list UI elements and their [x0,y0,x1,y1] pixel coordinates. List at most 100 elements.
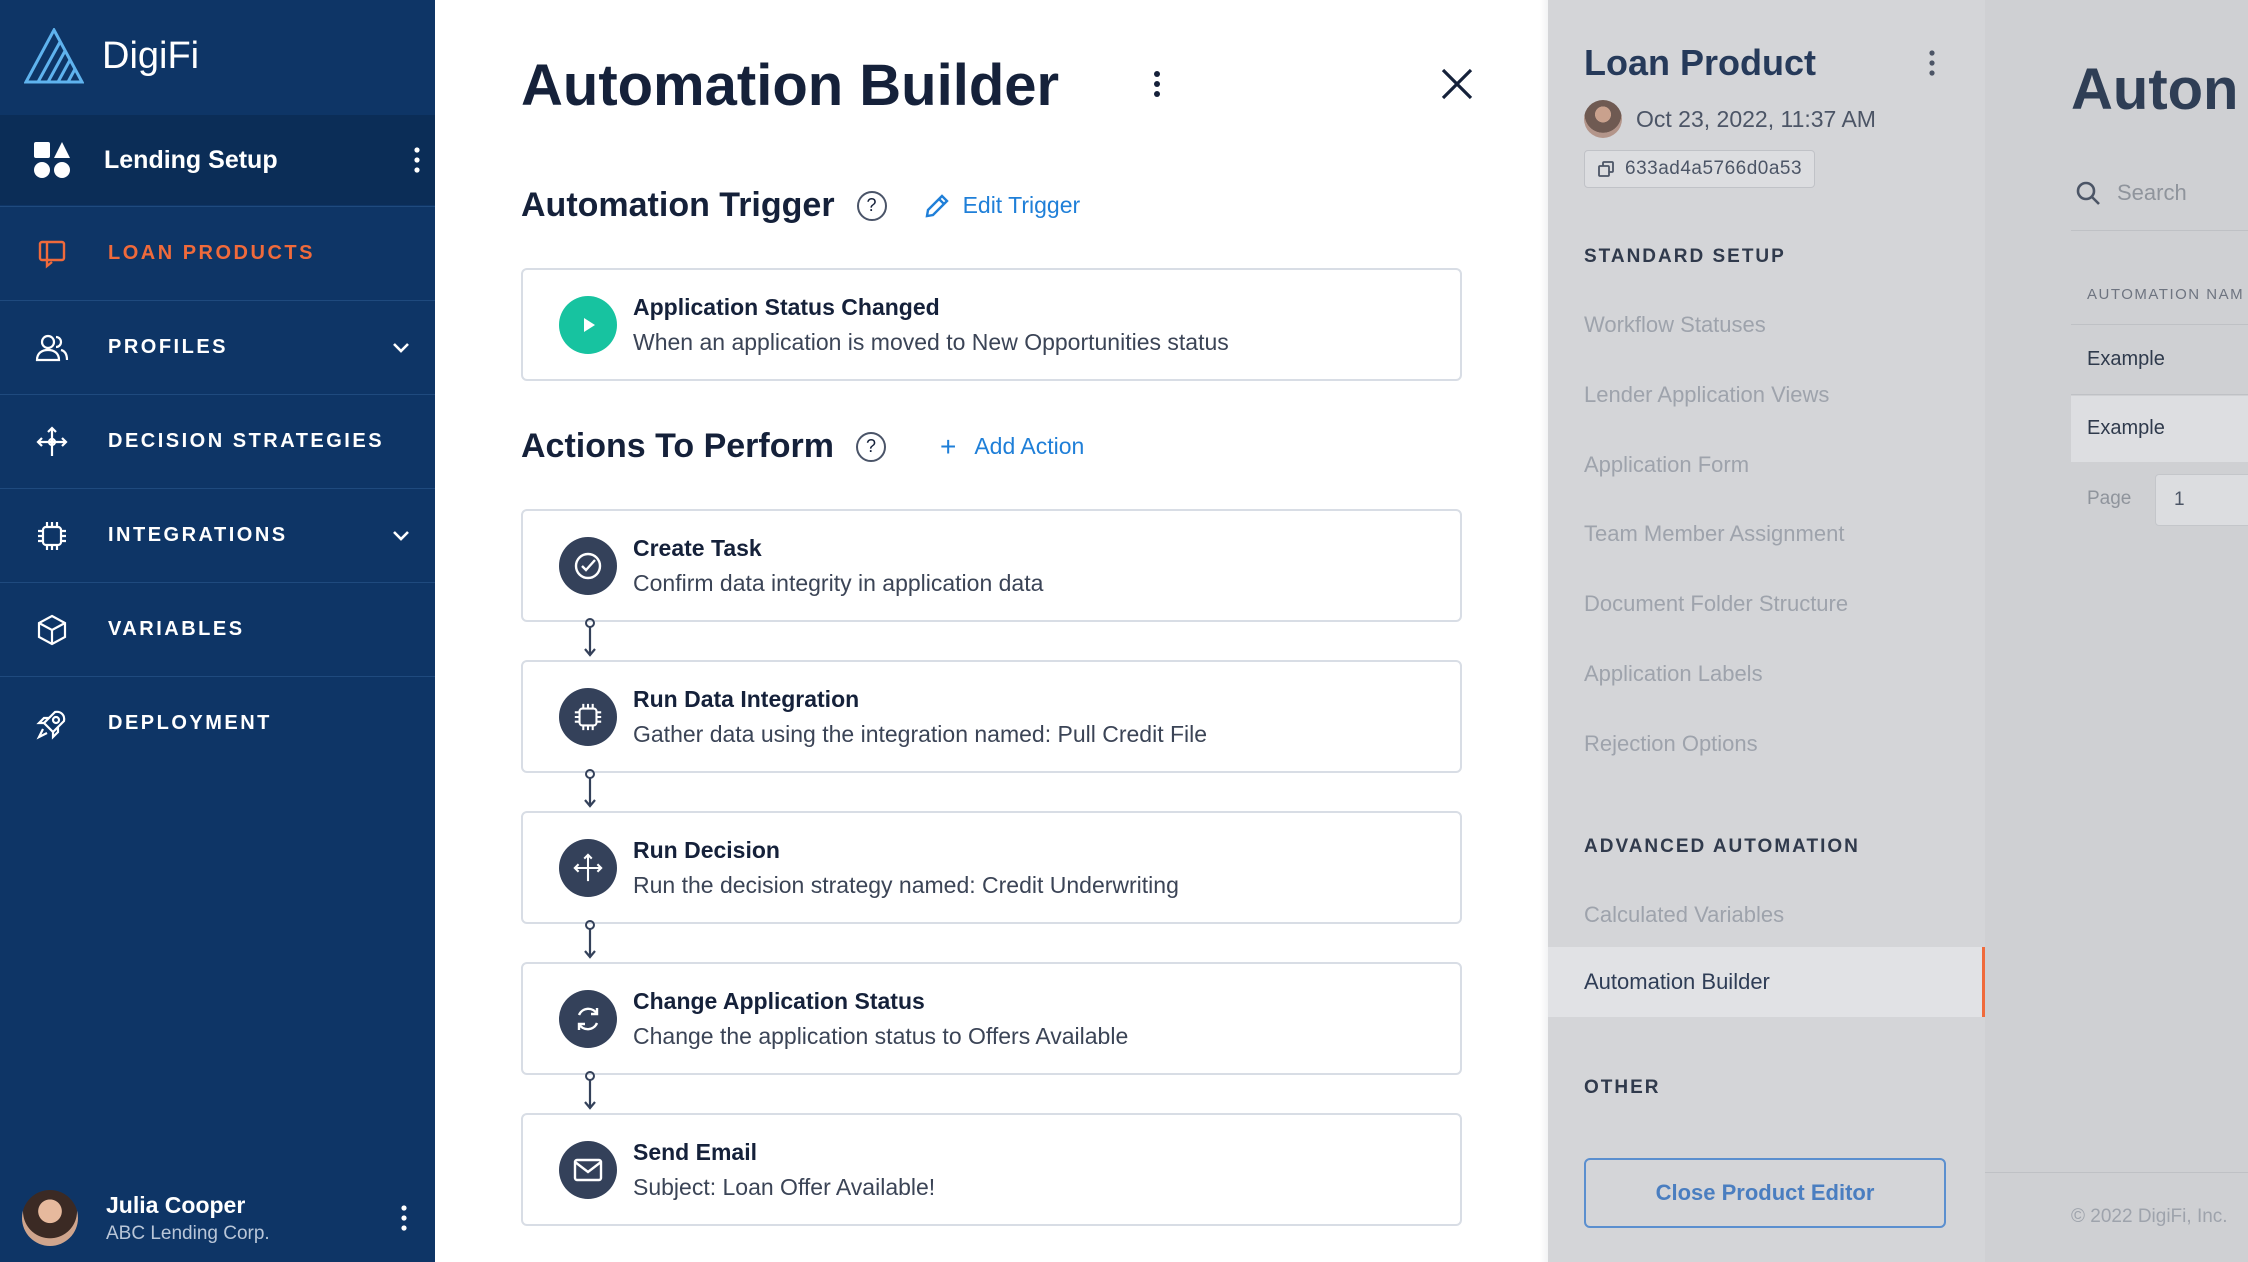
user-profile[interactable]: Julia Cooper ABC Lending Corp. [22,1188,422,1248]
action-title: Create Task [633,534,762,561]
sidebar: DigiFi Lending Setup LOAN PRODUCTS PROFI… [0,0,435,1262]
help-icon[interactable]: ? [856,190,887,221]
sidebar-item-label: DEPLOYMENT [108,712,272,734]
sidebar-item-loan-products[interactable]: LOAN PRODUCTS [0,206,435,300]
trigger-title: Application Status Changed [633,293,940,320]
edit-trigger-label: Edit Trigger [962,192,1081,218]
setup-item-rejection-options[interactable]: Rejection Options [1584,731,1758,757]
action-card-send-email[interactable]: Send Email Subject: Loan Offer Available… [521,1113,1462,1226]
product-title: Loan Product [1584,42,1816,83]
action-description: Gather data using the integration named:… [633,720,1208,747]
product-id: 633ad4a5766d0a53 [1625,158,1803,179]
loan-products-icon [34,236,70,272]
product-meta: Oct 23, 2022, 11:37 AM [1584,100,1876,138]
actions-section-header: Actions To Perform ? + Add Action [521,427,1084,466]
connector-arrow-icon [584,1071,596,1110]
check-circle-icon [559,536,617,595]
column-header-automation-name[interactable]: AUTOMATION NAM [2087,286,2244,303]
workspace-label: Lending Setup [104,145,278,174]
action-text: Change Application Status Change the app… [633,988,1128,1050]
builder-menu-icon[interactable] [1153,70,1161,103]
setup-item-application-labels[interactable]: Application Labels [1584,661,1763,687]
avatar [1584,100,1622,138]
action-text: Create Task Confirm data integrity in ap… [633,535,1043,597]
action-description: Run the decision strategy named: Credit … [633,871,1179,898]
workspace-switcher[interactable]: Lending Setup [0,115,435,205]
automation-builder-panel: Automation Builder Automation Trigger ? … [435,0,1548,1262]
action-title: Run Data Integration [633,685,860,712]
sidebar-item-profiles[interactable]: PROFILES [0,300,435,394]
sidebar-item-label: INTEGRATIONS [108,524,288,546]
search-icon [2076,181,2100,205]
add-action-label: Add Action [974,433,1085,459]
other-heading: OTHER [1584,1077,1661,1098]
action-text: Run Data Integration Gather data using t… [633,686,1207,748]
background-automation-page: Auton Search AUTOMATION NAM Example Exam… [1985,0,2248,1262]
avatar [22,1190,78,1246]
divider [1985,1172,2248,1173]
action-title: Run Decision [633,836,780,863]
action-card-run-data-integration[interactable]: Run Data Integration Gather data using t… [521,660,1462,773]
trigger-description: When an application is moved to New Oppo… [633,328,1229,355]
sidebar-item-label: LOAN PRODUCTS [108,242,315,264]
table-row[interactable]: Example [2087,417,2165,440]
action-description: Subject: Loan Offer Available! [633,1173,936,1200]
search-input[interactable]: Search [2075,180,2187,206]
user-info: Julia Cooper ABC Lending Corp. [106,1192,386,1245]
loan-product-panel: Loan Product Oct 23, 2022, 11:37 AM 633a… [1548,0,1985,1262]
brand[interactable]: DigiFi [24,26,199,86]
table-row[interactable]: Example [2087,348,2165,371]
close-icon[interactable] [1435,62,1479,106]
add-action-button[interactable]: + Add Action [940,431,1084,463]
page-number-input[interactable]: 1 [2155,474,2248,526]
action-text: Run Decision Run the decision strategy n… [633,837,1179,899]
product-menu-icon[interactable] [1928,50,1936,81]
brand-name: DigiFi [102,34,200,77]
connector-arrow-icon [584,618,596,657]
setup-item-application-form[interactable]: Application Form [1584,452,1749,478]
help-icon[interactable]: ? [855,431,886,462]
refresh-icon [559,989,617,1048]
close-product-editor-button[interactable]: Close Product Editor [1584,1158,1946,1228]
user-menu-icon[interactable] [386,1198,422,1238]
digifi-logo-icon [24,28,84,84]
setup-item-automation-builder[interactable]: Automation Builder [1548,947,1985,1017]
setup-item-team-member-assignment[interactable]: Team Member Assignment [1584,521,1844,547]
setup-item-calculated-variables[interactable]: Calculated Variables [1584,902,1784,928]
workspace-shapes-icon [34,142,70,178]
chevron-down-icon[interactable] [387,522,415,550]
connector-arrow-icon [584,769,596,808]
action-card-create-task[interactable]: Create Task Confirm data integrity in ap… [521,509,1462,622]
play-icon [559,295,617,354]
edit-trigger-button[interactable]: Edit Trigger [923,192,1081,220]
plus-icon: + [939,430,957,462]
sidebar-item-label: DECISION STRATEGIES [108,430,385,452]
advanced-automation-heading: ADVANCED AUTOMATION [1584,836,1860,857]
integrations-icon [34,518,70,554]
sidebar-item-label: VARIABLES [108,618,245,640]
search-placeholder: Search [2117,180,2187,205]
envelope-icon [559,1140,617,1199]
sidebar-item-deployment[interactable]: DEPLOYMENT [0,676,435,770]
setup-item-lender-application-views[interactable]: Lender Application Views [1584,382,1829,408]
trigger-card[interactable]: Application Status Changed When an appli… [521,268,1462,381]
action-card-run-decision[interactable]: Run Decision Run the decision strategy n… [521,811,1462,924]
background-page-title: Auton [2071,57,2239,122]
setup-item-workflow-statuses[interactable]: Workflow Statuses [1584,312,1766,338]
action-card-change-application-status[interactable]: Change Application Status Change the app… [521,962,1462,1075]
sidebar-item-decision-strategies[interactable]: DECISION STRATEGIES [0,394,435,488]
variables-icon [34,612,70,648]
chip-icon [559,687,617,746]
sidebar-item-integrations[interactable]: INTEGRATIONS [0,488,435,582]
workspace-menu-icon[interactable] [399,140,435,180]
connector-arrow-icon [584,920,596,959]
product-id-badge[interactable]: 633ad4a5766d0a53 [1584,150,1816,188]
sidebar-item-variables[interactable]: VARIABLES [0,582,435,676]
divider [2071,324,2248,325]
action-description: Confirm data integrity in application da… [633,569,1044,596]
action-title: Change Application Status [633,987,925,1014]
trigger-section-header: Automation Trigger ? Edit Trigger [521,186,1080,225]
footer-copyright: © 2022 DigiFi, Inc. [2071,1206,2228,1227]
chevron-down-icon[interactable] [387,334,415,362]
setup-item-document-folder-structure[interactable]: Document Folder Structure [1584,591,1848,617]
